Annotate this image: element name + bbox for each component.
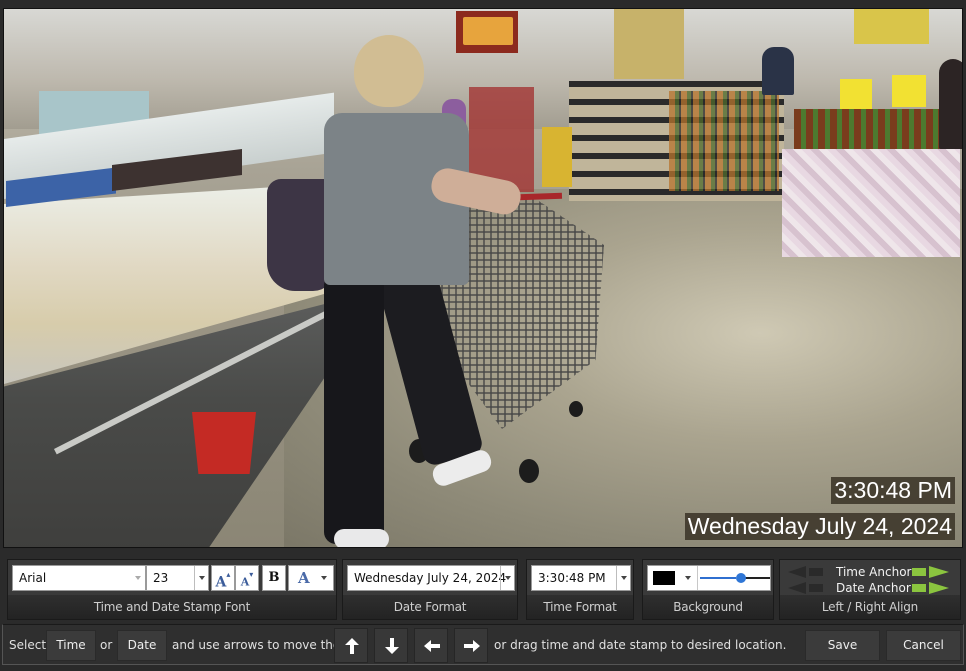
time-anchor-left-button[interactable] — [788, 566, 824, 578]
save-button[interactable]: Save — [805, 630, 880, 661]
date-format-value: Wednesday July 24, 2024 — [354, 571, 507, 585]
arrow-right-tail — [912, 584, 926, 592]
date-format-group: Wednesday July 24, 2024 Date Format — [342, 559, 518, 620]
time-stamp-overlay[interactable]: 3:30:48 PM — [831, 477, 955, 504]
arrow-left-icon — [788, 566, 806, 578]
time-format-dropdown[interactable]: 3:30:48 PM — [531, 565, 631, 591]
align-group: Time Anchor Date Anchor Left / Right Ali… — [779, 559, 961, 620]
photo-bucket — [192, 412, 256, 474]
time-format-group: 3:30:48 PM Time Format — [526, 559, 634, 620]
time-format-caption: Time Format — [527, 595, 633, 619]
date-anchor-row: Date Anchor — [780, 580, 960, 596]
arrow-right-icon — [464, 640, 480, 652]
background-color-swatch[interactable] — [653, 571, 675, 585]
font-group: Arial 23 A▴ A▾ B A Time and Date Stamp F… — [7, 559, 337, 620]
photo-person-head — [354, 35, 424, 107]
move-left-button[interactable] — [414, 628, 448, 663]
arrows-hint: and use arrows to move them — [172, 638, 352, 652]
photo-cart-wheel — [569, 401, 583, 417]
font-color-dropdown[interactable]: A — [288, 565, 334, 591]
chevron-down-icon — [131, 566, 145, 590]
move-down-button[interactable] — [374, 628, 408, 663]
arrow-left-tail — [809, 568, 823, 576]
drag-hint: or drag time and date stamp to desired l… — [494, 638, 787, 652]
chevron-down-icon — [500, 566, 514, 590]
background-controls — [647, 565, 771, 591]
background-group: Background — [642, 559, 774, 620]
arrow-right-icon — [929, 566, 949, 578]
photo-display-table — [782, 149, 960, 257]
cancel-button[interactable]: Cancel — [886, 630, 961, 661]
photo-person-leg — [324, 279, 384, 544]
arrow-up-icon — [345, 638, 359, 654]
grow-font-button[interactable]: A▴ — [211, 565, 235, 591]
font-name-dropdown[interactable]: Arial — [12, 565, 146, 591]
font-name-value: Arial — [19, 571, 47, 585]
chevron-down-icon[interactable] — [681, 566, 695, 590]
photo-bottles — [669, 91, 779, 191]
date-anchor-label: Date Anchor — [836, 581, 911, 595]
date-anchor-left-button[interactable] — [788, 582, 824, 594]
move-right-button[interactable] — [454, 628, 488, 663]
select-label: Select — [9, 638, 47, 652]
chevron-down-icon — [317, 566, 331, 590]
font-color-icon: A — [298, 569, 310, 587]
photo-display-bottles — [794, 109, 944, 149]
select-time-button[interactable]: Time — [46, 630, 96, 661]
photo-cart-wheel — [519, 459, 539, 483]
arrow-left-icon — [788, 582, 806, 594]
date-format-dropdown[interactable]: Wednesday July 24, 2024 — [347, 565, 515, 591]
font-group-caption: Time and Date Stamp Font — [8, 595, 336, 619]
bold-button[interactable]: B — [262, 565, 286, 591]
select-date-button[interactable]: Date — [117, 630, 167, 661]
photo-person — [762, 47, 794, 95]
date-format-caption: Date Format — [343, 595, 517, 619]
grow-font-icon: A — [215, 574, 227, 591]
shrink-font-icon: A — [240, 575, 250, 589]
photo-meat-sign-face — [463, 17, 513, 45]
shrink-font-button[interactable]: A▾ — [235, 565, 259, 591]
background-opacity-slider[interactable] — [697, 566, 770, 590]
photo-price-tag — [892, 75, 926, 107]
bottom-bar: Select Time or Date and use arrows to mo… — [2, 624, 964, 665]
move-up-button[interactable] — [334, 628, 368, 663]
or-label: or — [100, 638, 113, 652]
arrow-left-tail — [809, 584, 823, 592]
stamp-toolbar: Arial 23 A▴ A▾ B A Time and Date Stamp F… — [0, 549, 966, 623]
photo-wall — [614, 9, 684, 79]
chevron-down-icon — [616, 566, 630, 590]
time-format-value: 3:30:48 PM — [538, 571, 606, 585]
arrow-left-icon — [424, 640, 440, 652]
chevron-down-icon — [194, 566, 208, 590]
photo-shoe — [334, 529, 389, 547]
date-stamp-overlay[interactable]: Wednesday July 24, 2024 — [684, 513, 955, 540]
photo-bin — [542, 127, 572, 187]
photo-preview: 3:30:48 PM Wednesday July 24, 2024 — [3, 8, 963, 548]
photo-person — [939, 59, 962, 149]
slider-track — [744, 577, 770, 579]
slider-thumb[interactable] — [736, 573, 746, 583]
align-caption: Left / Right Align — [780, 595, 960, 619]
bold-icon: B — [268, 570, 280, 585]
arrow-down-icon — [385, 638, 399, 654]
time-anchor-label: Time Anchor — [836, 565, 912, 579]
date-anchor-right-button[interactable] — [912, 582, 950, 594]
slider-track-fill — [700, 577, 736, 579]
photo-price-tag — [840, 79, 872, 109]
background-caption: Background — [643, 595, 773, 619]
photo-sign — [854, 9, 929, 44]
font-size-value: 23 — [153, 571, 169, 585]
time-anchor-right-button[interactable] — [912, 566, 950, 578]
time-anchor-row: Time Anchor — [780, 564, 960, 580]
arrow-right-icon — [929, 582, 949, 594]
arrow-right-tail — [912, 568, 926, 576]
font-size-dropdown[interactable]: 23 — [146, 565, 209, 591]
